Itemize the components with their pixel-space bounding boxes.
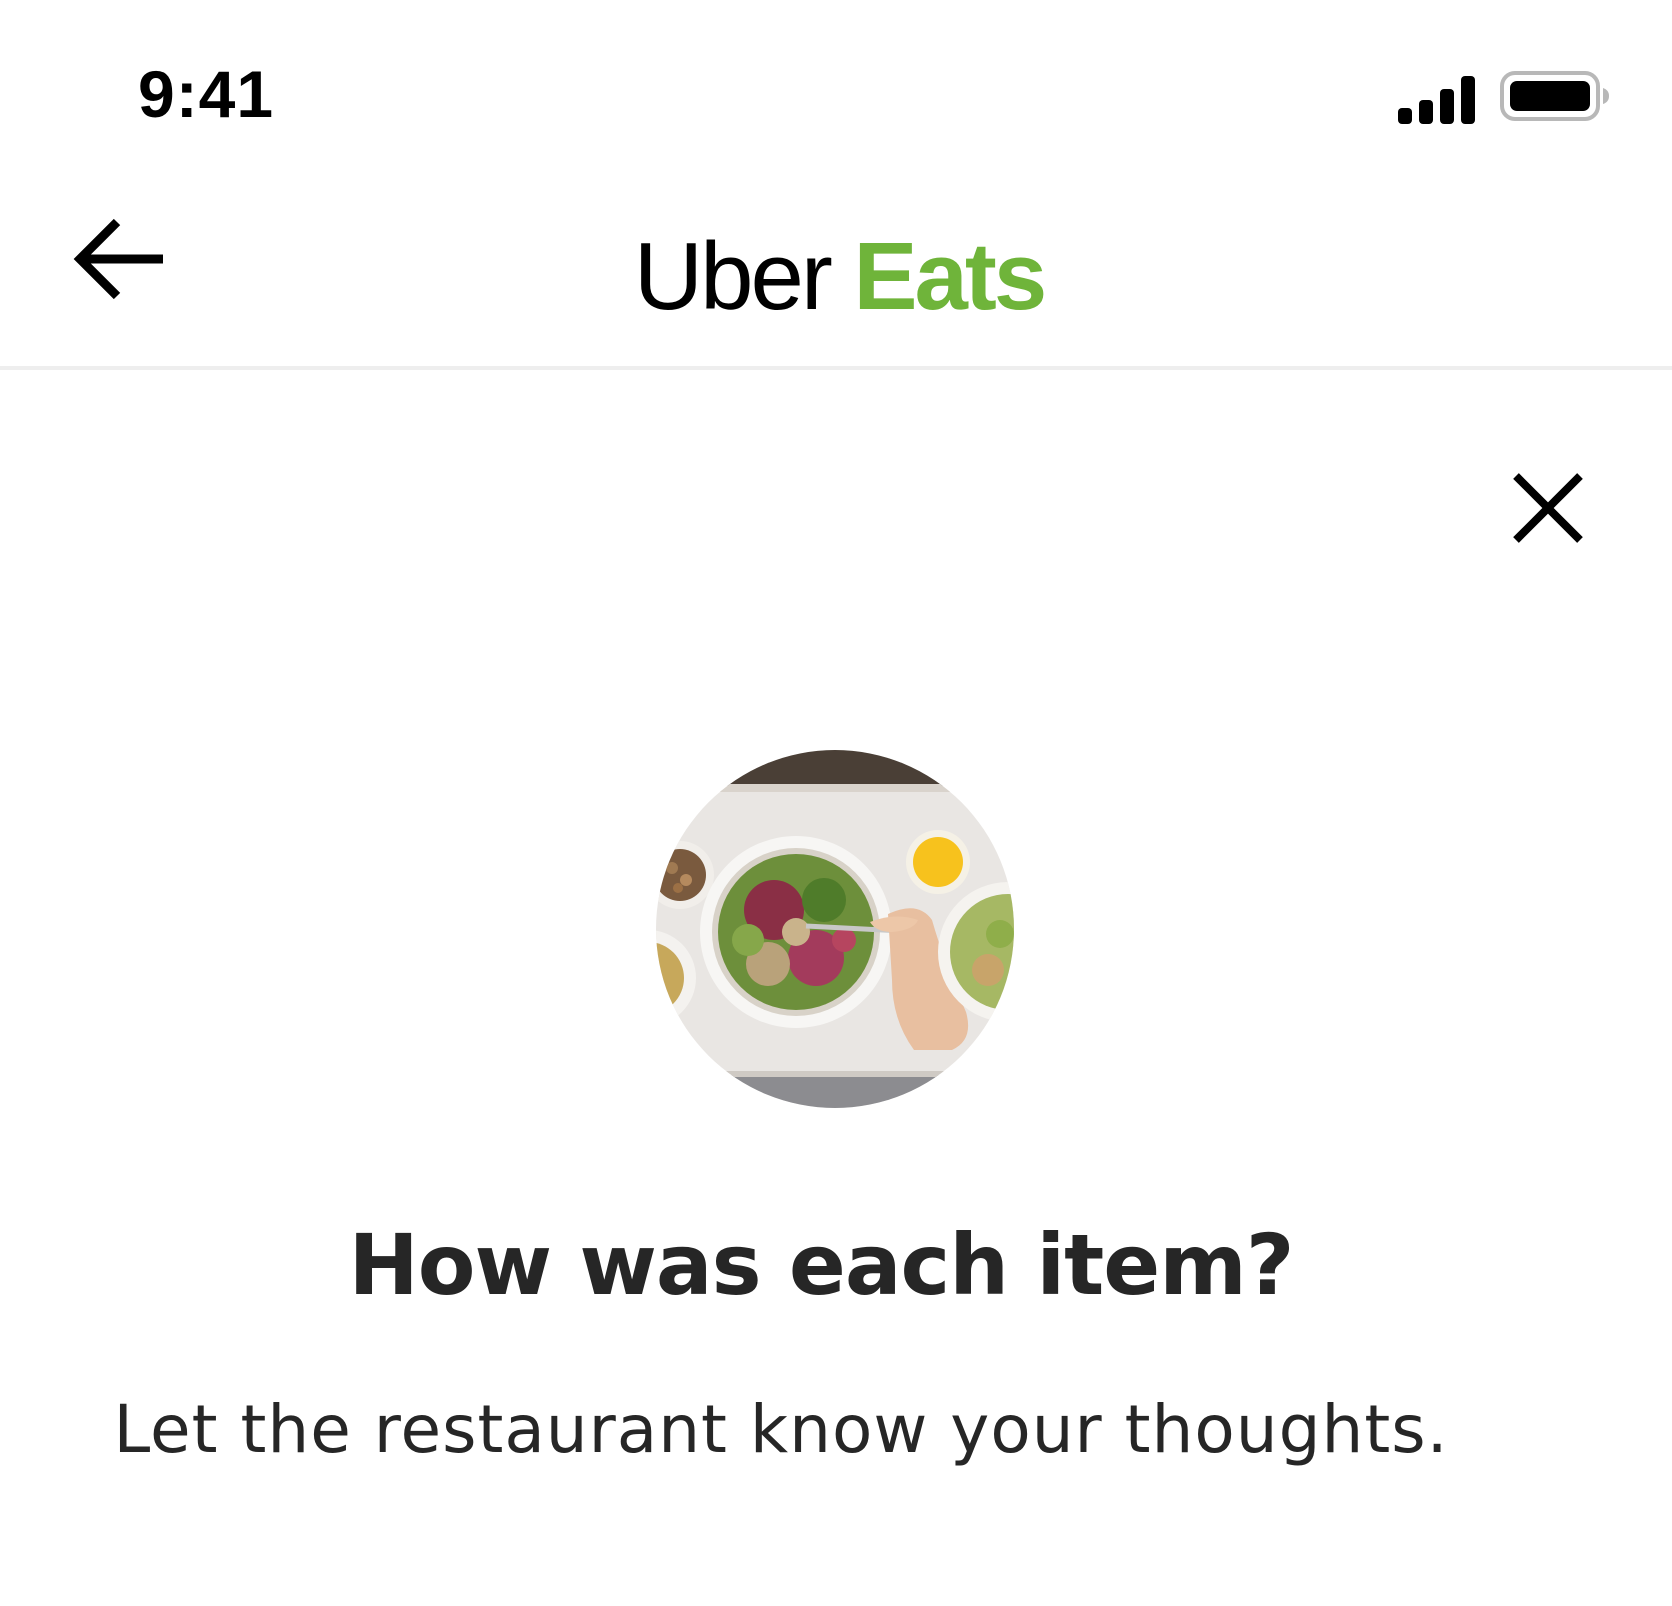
logo-eats-text: Eats: [853, 223, 1047, 330]
logo-uber-text: Uber: [633, 223, 833, 330]
uber-eats-logo: Uber Eats: [0, 222, 1672, 332]
status-bar: 9:41: [0, 0, 1672, 180]
dialog-title: How was each item?: [348, 1216, 1294, 1314]
battery-full-icon: [1500, 71, 1609, 121]
close-button[interactable]: [1500, 460, 1596, 556]
close-icon: [1513, 473, 1583, 543]
status-time: 9:41: [138, 57, 275, 131]
salad-bowl-photo: [656, 750, 1014, 1108]
cellular-signal-icon: [1398, 76, 1475, 124]
app-header: Uber Eats: [0, 180, 1672, 370]
dialog-subtitle: Let the restaurant know your thoughts.: [113, 1391, 1449, 1468]
